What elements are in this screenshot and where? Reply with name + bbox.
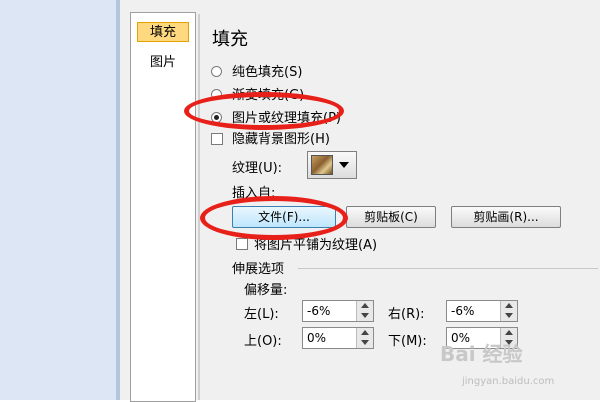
radio-solid-fill[interactable] [211, 66, 222, 77]
texture-dropdown[interactable] [307, 151, 357, 179]
spin-up-icon [505, 330, 513, 335]
checkbox-tile-picture[interactable] [236, 238, 248, 250]
offset-bottom-label: 下(M): [388, 334, 427, 349]
highlight-circle-file-button [200, 196, 348, 240]
texture-swatch-icon [311, 155, 333, 175]
spin-up-icon [505, 303, 513, 308]
offset-right-spinner[interactable]: -6% [446, 300, 518, 322]
offset-label: 偏移量: [244, 283, 288, 298]
nav-item-picture[interactable]: 图片 [137, 53, 189, 73]
offset-right-spin-buttons[interactable] [500, 301, 517, 321]
offset-left-spinner[interactable]: -6% [302, 300, 374, 322]
spin-up-icon [361, 303, 369, 308]
offset-top-spin-buttons[interactable] [356, 328, 373, 348]
offset-right-value: -6% [451, 304, 475, 318]
radio-solid-fill-label: 纯色填充(S) [232, 65, 303, 80]
offset-top-label: 上(O): [244, 334, 282, 349]
offset-left-label: 左(L): [244, 307, 279, 322]
highlight-circle-picture-fill [184, 92, 344, 130]
watermark-url: jingyan.baidu.com [462, 376, 555, 387]
stretch-options-header: 伸展选项 [232, 262, 285, 277]
clipart-button[interactable]: 剪贴画(R)... [451, 206, 561, 228]
texture-label: 纹理(U): [232, 161, 283, 176]
section-title: 填充 [212, 29, 248, 50]
spin-up-icon [361, 330, 369, 335]
nav-item-fill[interactable]: 填充 [137, 22, 189, 42]
offset-top-value: 0% [307, 331, 327, 345]
background-window [0, 0, 116, 400]
clipboard-button[interactable]: 剪贴板(C) [346, 206, 436, 228]
hide-background-label: 隐藏背景图形(H) [232, 132, 330, 147]
offset-left-spin-buttons[interactable] [356, 301, 373, 321]
checkbox-hide-background[interactable] [211, 133, 223, 145]
offset-right-label: 右(R): [388, 307, 425, 322]
offset-top-spinner[interactable]: 0% [302, 327, 374, 349]
chevron-down-icon [339, 162, 349, 168]
watermark-logo: Bai 经验 [440, 342, 523, 366]
spin-down-icon [505, 313, 513, 318]
offset-left-value: -6% [307, 304, 331, 318]
group-divider [298, 268, 598, 269]
spin-down-icon [361, 313, 369, 318]
spin-down-icon [361, 340, 369, 345]
panel-separator [198, 14, 200, 400]
